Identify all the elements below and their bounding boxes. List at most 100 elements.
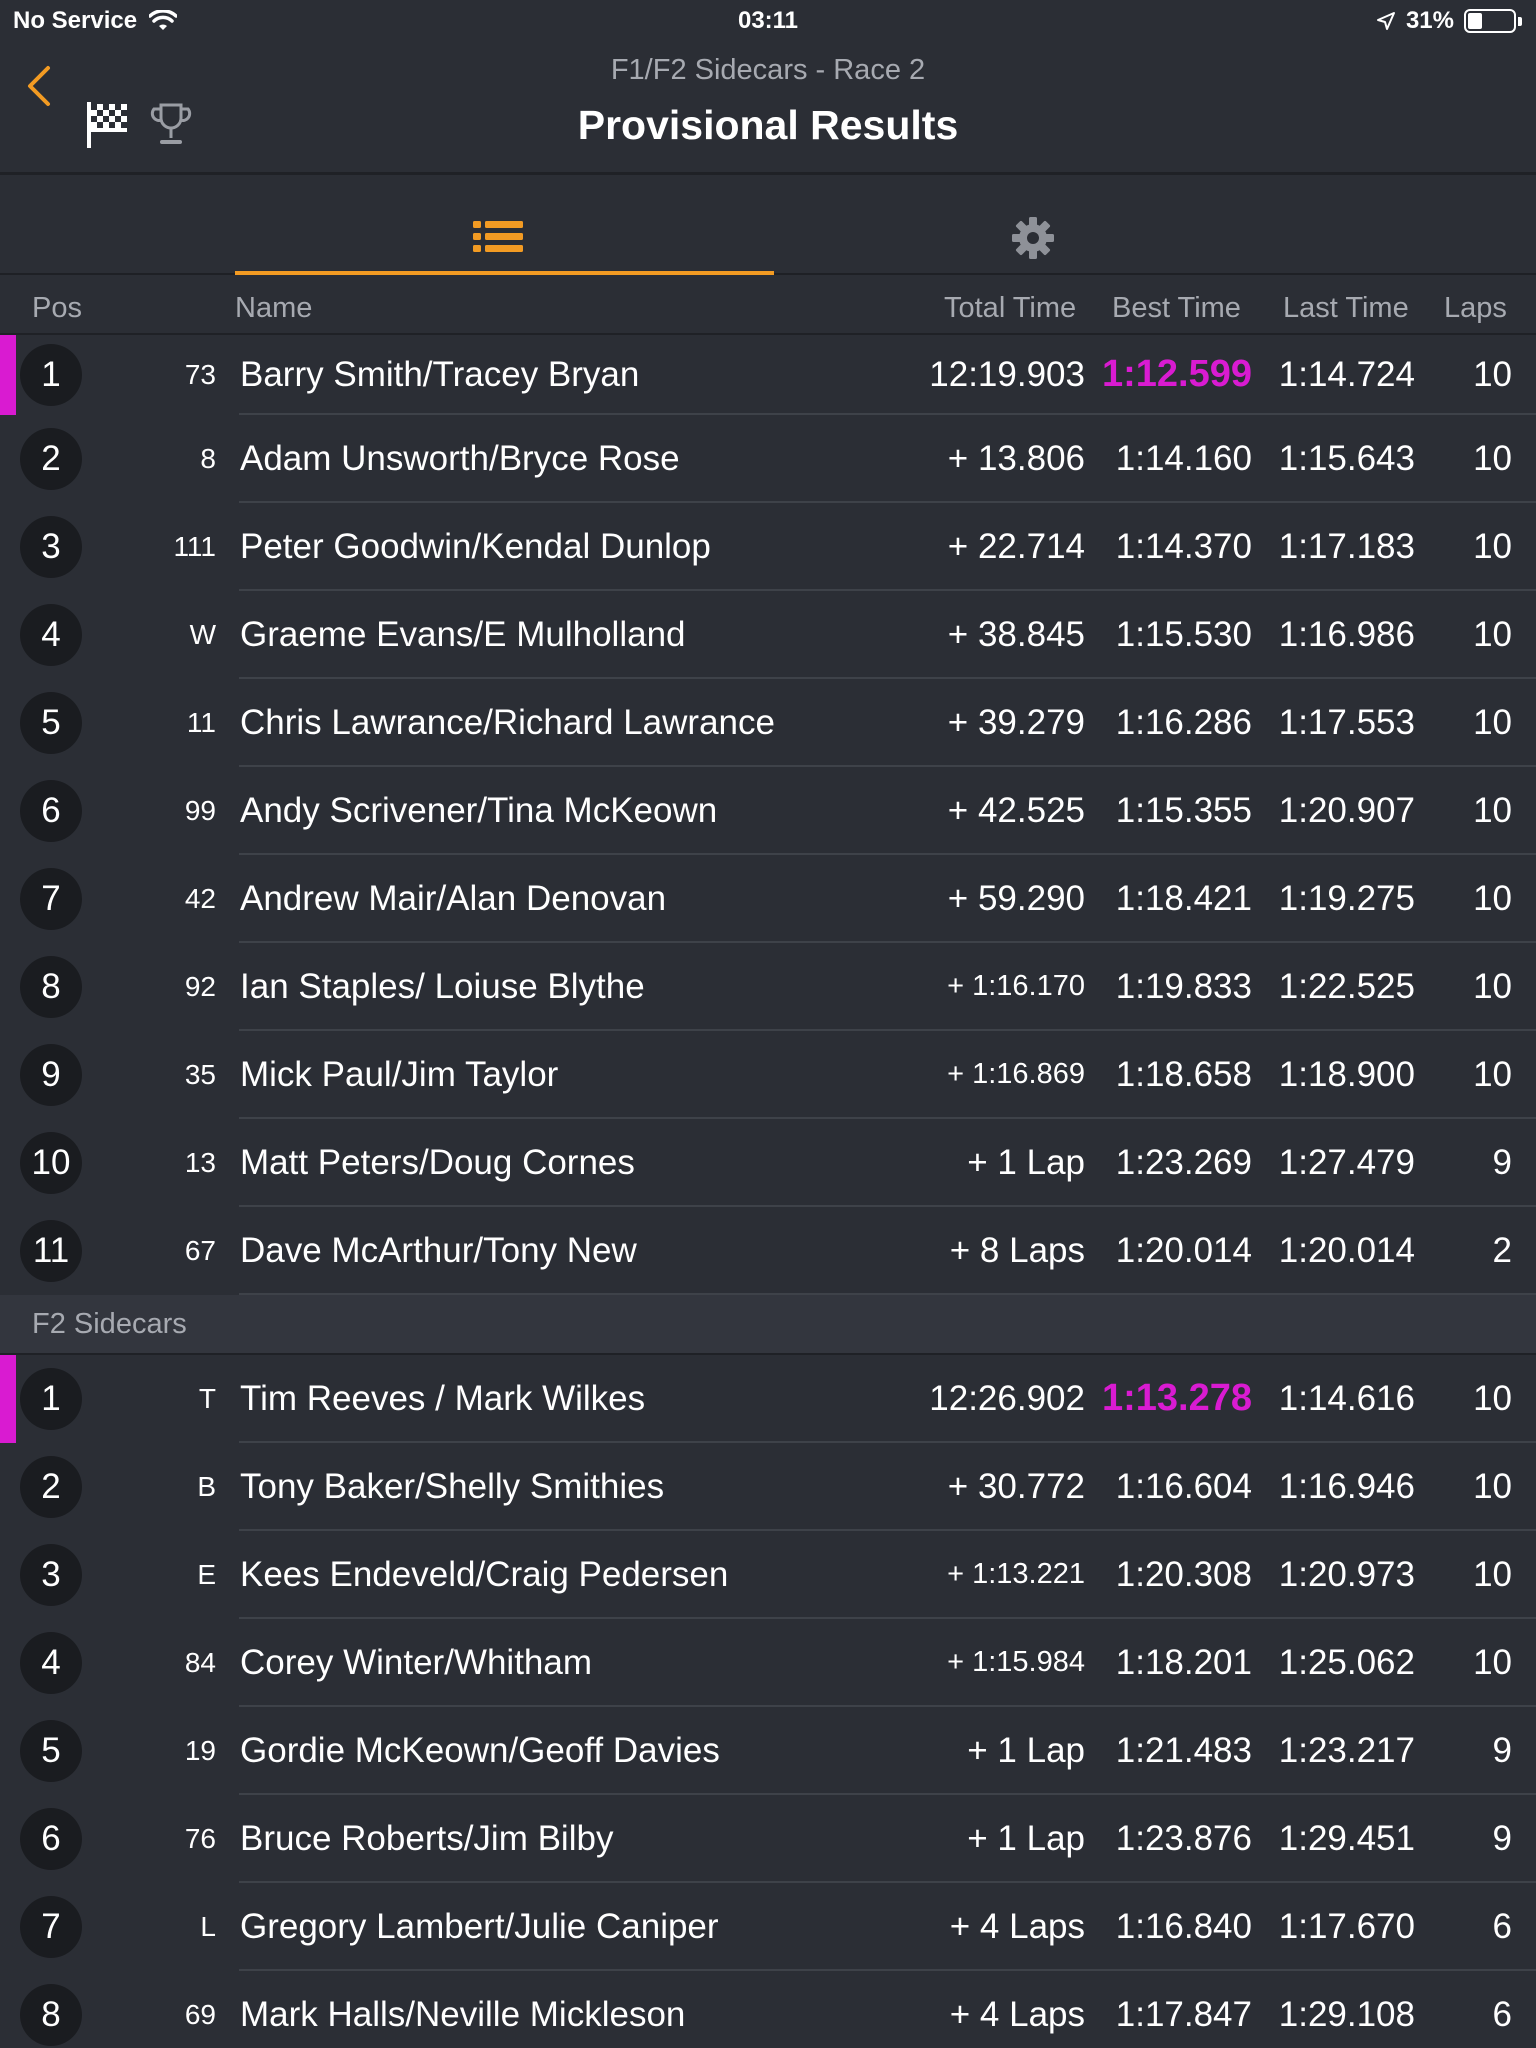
- rider-names: Tim Reeves / Mark Wilkes: [240, 1378, 646, 1418]
- total-time: + 4 Laps: [949, 1906, 1085, 1946]
- laps-count: 10: [1473, 702, 1512, 742]
- best-time: 1:15.530: [1115, 614, 1252, 654]
- total-time: + 1:16.170: [947, 970, 1085, 1002]
- position-badge: 11: [20, 1220, 82, 1282]
- last-time: 1:23.217: [1278, 1730, 1415, 1770]
- result-row[interactable]: 8 69 Mark Halls/Neville Mickleson + 4 Laps 1…: [0, 1971, 1536, 2048]
- best-time: 1:16.286: [1115, 702, 1252, 742]
- total-time: + 42.525: [947, 790, 1085, 830]
- position-badge: 2: [20, 428, 82, 490]
- rider-names: Peter Goodwin/Kendal Dunlop: [240, 526, 711, 566]
- result-row[interactable]: 4 W Graeme Evans/E Mulholland + 38.845 1:15.…: [0, 591, 1536, 679]
- car-number: 73: [184, 358, 216, 390]
- rider-names: Mick Paul/Jim Taylor: [240, 1054, 559, 1094]
- laps-count: 2: [1492, 1230, 1512, 1270]
- car-number: 35: [184, 1058, 216, 1090]
- last-time: 1:27.479: [1278, 1142, 1415, 1182]
- laps-count: 10: [1473, 1642, 1512, 1682]
- battery-percent: 31%: [1405, 7, 1454, 34]
- total-time: + 13.806: [947, 438, 1085, 478]
- clock: 03:11: [737, 7, 799, 34]
- result-row[interactable]: 3 111 Peter Goodwin/Kendal Dunlop + 22.714 1…: [0, 503, 1536, 591]
- car-number: 76: [184, 1822, 216, 1854]
- car-number: 19: [184, 1734, 216, 1766]
- tab-results-list[interactable]: [235, 175, 774, 275]
- result-row[interactable]: 2 B Tony Baker/Shelly Smithies + 30.772 1:16…: [0, 1443, 1536, 1531]
- result-row[interactable]: 11 67 Dave McArthur/Tony New + 8 Laps 1:20.0…: [0, 1207, 1536, 1295]
- col-name[interactable]: Name: [235, 292, 312, 325]
- best-time: 1:23.269: [1115, 1142, 1252, 1182]
- total-time: + 1 Lap: [967, 1818, 1085, 1858]
- page-title: Provisional Results: [577, 102, 959, 148]
- battery-fill: [1468, 13, 1482, 29]
- last-time: 1:16.986: [1278, 614, 1415, 654]
- col-best-time[interactable]: Best Time: [1112, 292, 1241, 325]
- result-row[interactable]: 2 8 Adam Unsworth/Bryce Rose + 13.806 1:14.1…: [0, 415, 1536, 503]
- result-row[interactable]: 6 76 Bruce Roberts/Jim Bilby + 1 Lap 1:23.87…: [0, 1795, 1536, 1883]
- car-number: B: [197, 1470, 216, 1502]
- leader-stripe: [0, 1355, 16, 1443]
- last-time: 1:14.616: [1278, 1378, 1415, 1418]
- result-row[interactable]: 5 11 Chris Lawrance/Richard Lawrance + 39.2…: [0, 679, 1536, 767]
- result-row[interactable]: 10 13 Matt Peters/Doug Cornes + 1 Lap 1:23.2…: [0, 1119, 1536, 1207]
- total-time: + 8 Laps: [949, 1230, 1085, 1270]
- car-number: T: [198, 1382, 216, 1414]
- rider-names: Gregory Lambert/Julie Caniper: [240, 1906, 719, 1946]
- result-row[interactable]: 5 19 Gordie McKeown/Geoff Davies + 1 Lap 1:2…: [0, 1707, 1536, 1795]
- position-badge: 5: [20, 692, 82, 754]
- col-total-time[interactable]: Total Time: [944, 292, 1076, 325]
- total-time: + 1:16.869: [947, 1058, 1085, 1090]
- last-time: 1:25.062: [1278, 1642, 1415, 1682]
- total-time: + 38.845: [947, 614, 1085, 654]
- car-number: 11: [186, 706, 216, 738]
- laps-count: 10: [1473, 526, 1512, 566]
- result-row[interactable]: 6 99 Andy Scrivener/Tina McKeown + 42.525 1:…: [0, 767, 1536, 855]
- result-row[interactable]: 1 73 Barry Smith/Tracey Bryan 12:19.903 1:12…: [0, 335, 1536, 415]
- best-time: 1:15.355: [1115, 790, 1252, 830]
- result-row[interactable]: 3 E Kees Endeveld/Craig Pedersen + 1:13.221…: [0, 1531, 1536, 1619]
- laps-count: 10: [1473, 966, 1512, 1006]
- best-time: 1:18.201: [1115, 1642, 1252, 1682]
- last-time: 1:20.907: [1278, 790, 1415, 830]
- race-subtitle: F1/F2 Sidecars - Race 2: [610, 54, 926, 86]
- tab-settings[interactable]: [1010, 175, 1060, 275]
- result-row[interactable]: 9 35 Mick Paul/Jim Taylor + 1:16.869 1:18.65…: [0, 1031, 1536, 1119]
- total-time: + 30.772: [947, 1466, 1085, 1506]
- result-row[interactable]: 7 L Gregory Lambert/Julie Caniper + 4 Laps 1…: [0, 1883, 1536, 1971]
- position-badge: 7: [20, 868, 82, 930]
- rider-names: Kees Endeveld/Craig Pedersen: [240, 1554, 729, 1594]
- total-time: + 39.279: [947, 702, 1085, 742]
- best-time: 1:18.658: [1115, 1054, 1252, 1094]
- best-time: 1:21.483: [1115, 1730, 1252, 1770]
- laps-count: 9: [1492, 1142, 1512, 1182]
- best-time: 1:16.840: [1115, 1906, 1252, 1946]
- last-time: 1:14.724: [1278, 354, 1415, 394]
- laps-count: 6: [1492, 1906, 1512, 1946]
- total-time: + 1 Lap: [967, 1730, 1085, 1770]
- col-laps[interactable]: Laps: [1444, 292, 1507, 325]
- col-pos[interactable]: Pos: [32, 292, 82, 325]
- rider-names: Chris Lawrance/Richard Lawrance: [240, 702, 775, 742]
- best-time: 1:14.370: [1115, 526, 1252, 566]
- laps-count: 10: [1473, 790, 1512, 830]
- rider-names: Andy Scrivener/Tina McKeown: [240, 790, 718, 830]
- nav-header: F1/F2 Sidecars - Race 2 Provisional Resu…: [0, 40, 1536, 175]
- best-time: 1:20.308: [1115, 1554, 1252, 1594]
- section-title: F2 Sidecars: [32, 1308, 187, 1340]
- total-time: 12:19.903: [929, 354, 1085, 394]
- laps-count: 10: [1473, 1378, 1512, 1418]
- car-number: E: [197, 1558, 216, 1590]
- result-row[interactable]: 7 42 Andrew Mair/Alan Denovan + 59.290 1:18.…: [0, 855, 1536, 943]
- result-row[interactable]: 1 T Tim Reeves / Mark Wilkes 12:26.902 1:13.…: [0, 1355, 1536, 1443]
- laps-count: 9: [1492, 1818, 1512, 1858]
- rider-names: Mark Halls/Neville Mickleson: [240, 1994, 686, 2034]
- column-headers: Pos Name Total Time Best Time Last Time …: [0, 277, 1536, 335]
- laps-count: 10: [1473, 1054, 1512, 1094]
- result-row[interactable]: 4 84 Corey Winter/Whitham + 1:15.984 1:18.20…: [0, 1619, 1536, 1707]
- col-last-time[interactable]: Last Time: [1283, 292, 1409, 325]
- result-row[interactable]: 8 92 Ian Staples/ Loiuse Blythe + 1:16.170 1…: [0, 943, 1536, 1031]
- last-time: 1:18.900: [1278, 1054, 1415, 1094]
- position-badge: 3: [20, 1544, 82, 1606]
- position-badge: 6: [20, 1808, 82, 1870]
- position-badge: 3: [20, 516, 82, 578]
